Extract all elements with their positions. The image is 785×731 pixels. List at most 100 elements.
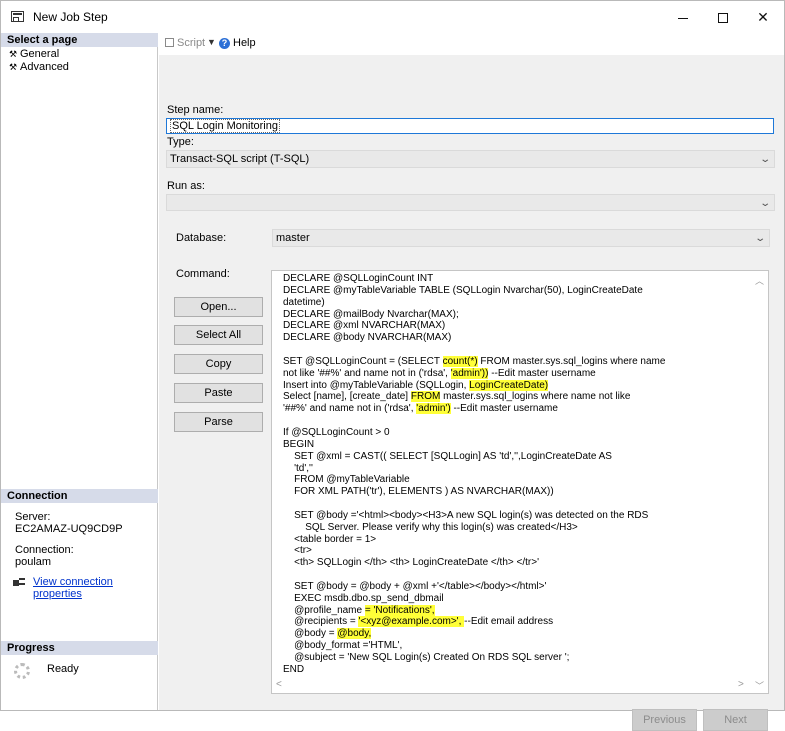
job-step-window-icon [11,11,24,22]
code-line: @subject = 'New SQL Login(s) Created On … [283,652,743,664]
paste-button[interactable]: Paste [174,383,263,403]
code-text: datetime) [283,296,325,308]
scroll-up-icon[interactable]: ︿ [755,274,764,287]
code-text: @profile_name [283,604,365,616]
code-highlight: FROM [410,391,441,403]
command-editor[interactable]: DECLARE @SQLLoginCount INT DECLARE @myTab… [271,270,769,694]
code-line: SET @SQLLoginCount = (SELECT count(*) FR… [283,355,743,368]
type-value: Transact-SQL script (T-SQL) [170,153,310,165]
code-line: EXEC msdb.dbo.sp_send_dbmail [283,593,743,605]
maximize-icon [718,13,728,24]
code-line: Select [name], [create_date] FROM master… [283,391,743,403]
connection-header: Connection [1,489,158,503]
code-text: <table border = 1> [283,533,377,545]
general-page-content: Step name: SQL Login Monitoring Type: Tr… [159,55,784,731]
scroll-left-icon[interactable]: < [276,679,282,690]
code-text: '##%' and name not in ('rdsa', [283,403,417,415]
page-item-general[interactable]: ⚒ General [9,48,59,60]
code-text: END [283,663,305,675]
code-line: SET @body ='<html><body><H3>A new SQL lo… [283,510,743,522]
parse-button[interactable]: Parse [174,412,263,432]
code-line: <tr> [283,545,743,557]
chevron-down-icon: ⌄ [758,198,771,209]
page-item-advanced[interactable]: ⚒ Advanced [9,61,69,73]
run-as-label: Run as: [167,180,205,192]
code-line: @recipients = '<xyz@example.com>', --Edi… [283,616,743,628]
code-line: Insert into @myTableVariable (SQLLogin, … [283,379,743,392]
wrench-icon: ⚒ [9,49,18,59]
code-text: @recipients = [283,616,359,628]
code-line: DECLARE @myTableVariable TABLE (SQLLogin… [283,285,743,297]
left-panel: Select a page ⚒ General ⚒ Advanced Connect… [1,33,158,710]
code-line: FOR XML PATH('tr'), ELEMENTS ) AS NVARCH… [283,486,743,498]
code-line: DECLARE @SQLLoginCount INT [283,273,743,285]
view-connection-properties-link[interactable]: View connection properties [33,576,157,600]
run-as-select[interactable]: ⌄ [166,194,775,211]
code-line: @profile_name = 'Notifications', [283,604,743,617]
database-select[interactable]: master ⌄ [272,229,770,247]
maximize-button[interactable] [701,1,745,33]
chevron-down-icon: ⌄ [753,233,766,244]
horizontal-scrollbar[interactable]: < > [272,677,754,693]
close-button[interactable]: ✕ [741,1,785,33]
open-button[interactable]: Open... [174,297,263,317]
code-highlight: LoginCreateDate) [469,379,549,391]
code-text: @subject = 'New SQL Login(s) Created On … [283,652,570,663]
select-page-header: Select a page [1,33,158,47]
code-text: SET @body ='<html><body><H3>A new SQL lo… [283,509,649,521]
code-highlight: = 'Notifications', [364,604,435,616]
progress-status: Ready [47,663,79,675]
code-line: '##%' and name not in ('rdsa', 'admin') … [283,403,743,415]
title-bar[interactable]: New Job Step ✕ [1,1,784,33]
minimize-button[interactable] [661,1,705,33]
scroll-down-icon[interactable]: ﹀ [755,679,764,692]
scroll-right-icon[interactable]: > [738,679,744,690]
new-job-step-window: New Job Step ✕ Select a page ⚒ General ⚒ A… [0,0,785,731]
code-line: <table border = 1> [283,534,743,546]
help-label: Help [233,37,256,49]
type-select[interactable]: Transact-SQL script (T-SQL) ⌄ [166,150,775,168]
vertical-scrollbar[interactable]: ︿ ﹀ [752,271,768,693]
code-text: not like '##%' and name not in ('rdsa', [283,367,451,379]
connection-plug-icon [13,576,27,588]
code-line: SET @body = @body + @xml +'</table></bod… [283,581,743,593]
window-title: New Job Step [33,10,108,24]
script-label: Script [177,37,206,49]
code-line: 'td','' [283,463,743,475]
code-text: @body_format ='HTML', [283,640,403,652]
step-name-input[interactable]: SQL Login Monitoring [166,118,774,134]
code-text: DECLARE @xml NVARCHAR(MAX) [283,320,446,332]
select-all-button[interactable]: Select All [174,325,263,345]
code-text: EXEC msdb.dbo.sp_send_dbmail [283,592,444,604]
code-text: DECLARE @SQLLoginCount INT [283,273,434,284]
code-line: END [283,664,743,676]
script-button[interactable]: Script [165,37,205,49]
code-highlight: count(*) [442,355,478,367]
code-highlight: 'admin')) [450,367,489,379]
step-name-value: SQL Login Monitoring [170,119,280,133]
code-line: SQL Server. Please verify why this login… [283,522,743,534]
command-text[interactable]: DECLARE @SQLLoginCount INT DECLARE @myTab… [283,273,743,676]
code-highlight: '<xyz@example.com>', [358,616,465,628]
connection-label: Connection: [15,544,74,556]
page-item-label: Advanced [20,61,69,73]
progress-spinner-icon [14,663,30,679]
copy-button[interactable]: Copy [174,354,263,374]
code-line: @body = @body, [283,628,743,640]
progress-header: Progress [1,641,158,655]
right-panel: Script ▼ ? Help Step name: SQL Login Moni… [159,33,784,731]
code-text: DECLARE @myTableVariable TABLE (SQLLogin… [283,284,643,296]
help-button[interactable]: ? Help [219,37,256,49]
script-dropdown-arrow-icon[interactable]: ▼ [207,37,216,47]
previous-button[interactable]: Previous [632,709,697,731]
code-text: Select [name], [create_date] [283,391,411,403]
type-label: Type: [167,136,194,148]
code-text: FROM master.sys.sql_logins where name [477,355,666,367]
code-text: If @SQLLoginCount > 0 [283,426,390,438]
code-text: <th> SQLLogin </th> <th> LoginCreateDate… [283,557,539,569]
code-line: <th> SQLLogin </th> <th> LoginCreateDate… [283,557,743,569]
next-button[interactable]: Next [703,709,768,731]
